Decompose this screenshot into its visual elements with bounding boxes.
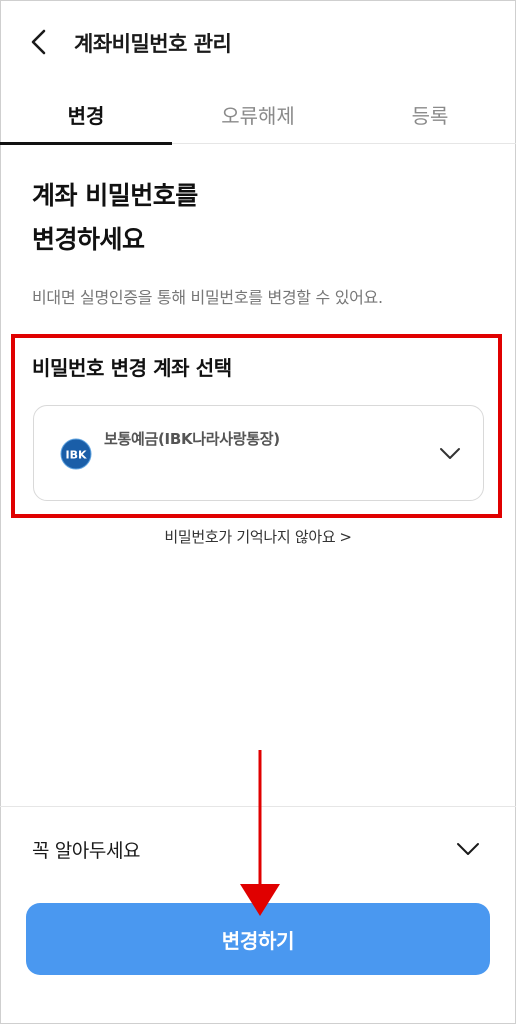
- chevron-right-icon: >: [339, 528, 352, 546]
- ibk-logo-icon: IBK: [60, 438, 92, 470]
- headline: 계좌 비밀번호를 변경하세요: [32, 174, 198, 262]
- red-arrow-annotation-icon: [240, 750, 280, 916]
- chevron-down-icon: [440, 448, 460, 459]
- tab-error-release[interactable]: 오류해제: [172, 84, 344, 144]
- tab-bar: 변경 오류해제 등록: [0, 84, 516, 145]
- tab-change[interactable]: 변경: [0, 84, 172, 145]
- account-select-dropdown[interactable]: IBK 보통예금(IBK나라사랑통장): [33, 405, 484, 501]
- account-name: 보통예금(IBK나라사랑통장): [104, 430, 280, 448]
- notice-label: 꼭 알아두세요: [32, 840, 141, 862]
- forgot-password-text: 비밀번호가 기억나지 않아요: [164, 528, 336, 546]
- svg-text:IBK: IBK: [65, 449, 86, 462]
- tab-register[interactable]: 등록: [344, 84, 516, 144]
- section-label: 비밀번호 변경 계좌 선택: [32, 356, 232, 380]
- chevron-left-icon: [31, 29, 46, 55]
- header: 계좌비밀번호 관리: [0, 0, 516, 84]
- back-button[interactable]: [24, 26, 54, 58]
- headline-line-1: 계좌 비밀번호를: [32, 181, 198, 210]
- description-text: 비대면 실명인증을 통해 비밀번호를 변경할 수 있어요.: [32, 288, 383, 307]
- chevron-down-icon: [457, 843, 479, 855]
- headline-line-2: 변경하세요: [32, 225, 145, 254]
- forgot-password-link[interactable]: 비밀번호가 기억나지 않아요 >: [0, 526, 516, 547]
- page-title: 계좌비밀번호 관리: [74, 32, 232, 56]
